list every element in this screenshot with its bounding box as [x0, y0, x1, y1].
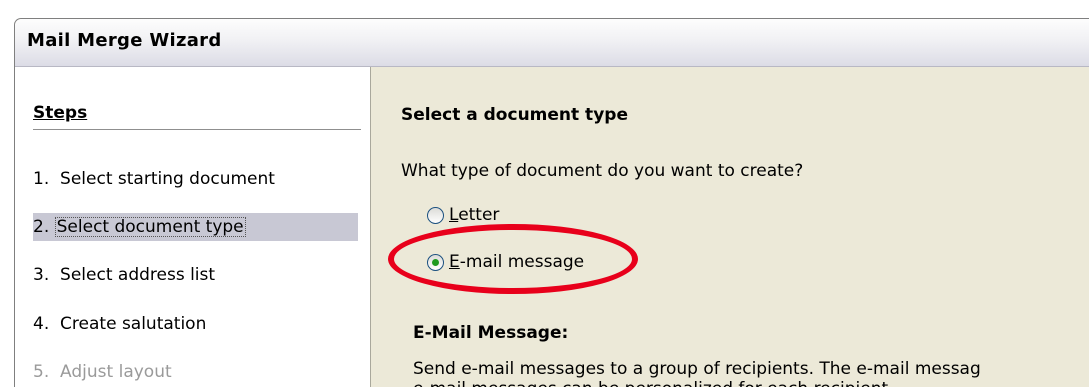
step-number: 2. — [33, 217, 50, 237]
description-line-1: Send e-mail messages to a group of recip… — [413, 359, 981, 379]
window-title: Mail Merge Wizard — [27, 30, 222, 51]
steps-sidebar: Steps 1. Select starting document 2. Sel… — [15, 67, 371, 387]
step-label: Create salutation — [60, 314, 207, 334]
step-label: Select document type — [54, 217, 246, 237]
letter-radio-label: Letter — [449, 205, 500, 225]
step-label: Adjust layout — [60, 362, 172, 382]
document-type-question: What type of document do you want to cre… — [401, 161, 804, 181]
steps-heading: Steps — [33, 103, 88, 123]
step-item-select-document-type[interactable]: 2. Select document type — [33, 213, 358, 241]
description-line-2: e-mail messages can be personalized for … — [413, 379, 981, 387]
section-title: Select a document type — [401, 105, 628, 125]
step-number: 5. — [33, 362, 50, 382]
step-number: 1. — [33, 169, 50, 189]
description-text: Send e-mail messages to a group of recip… — [413, 359, 981, 387]
step-label: Select address list — [60, 265, 216, 285]
step-item-create-salutation[interactable]: 4. Create salutation — [33, 310, 358, 338]
step-label: Select starting document — [60, 169, 275, 189]
description-title: E-Mail Message: — [413, 323, 569, 343]
step-number: 3. — [33, 265, 50, 285]
title-bar[interactable]: Mail Merge Wizard — [15, 19, 1089, 67]
mail-merge-wizard-window: Mail Merge Wizard Steps 1. Select starti… — [14, 18, 1089, 387]
step-number: 4. — [33, 314, 50, 334]
red-highlight-ellipse — [388, 224, 638, 294]
steps-divider — [33, 129, 361, 130]
step-item-adjust-layout: 5. Adjust layout — [33, 358, 358, 386]
letter-radio-button[interactable] — [427, 206, 444, 224]
step-item-select-starting-document[interactable]: 1. Select starting document — [33, 165, 358, 193]
step-item-select-address-list[interactable]: 3. Select address list — [33, 261, 358, 289]
